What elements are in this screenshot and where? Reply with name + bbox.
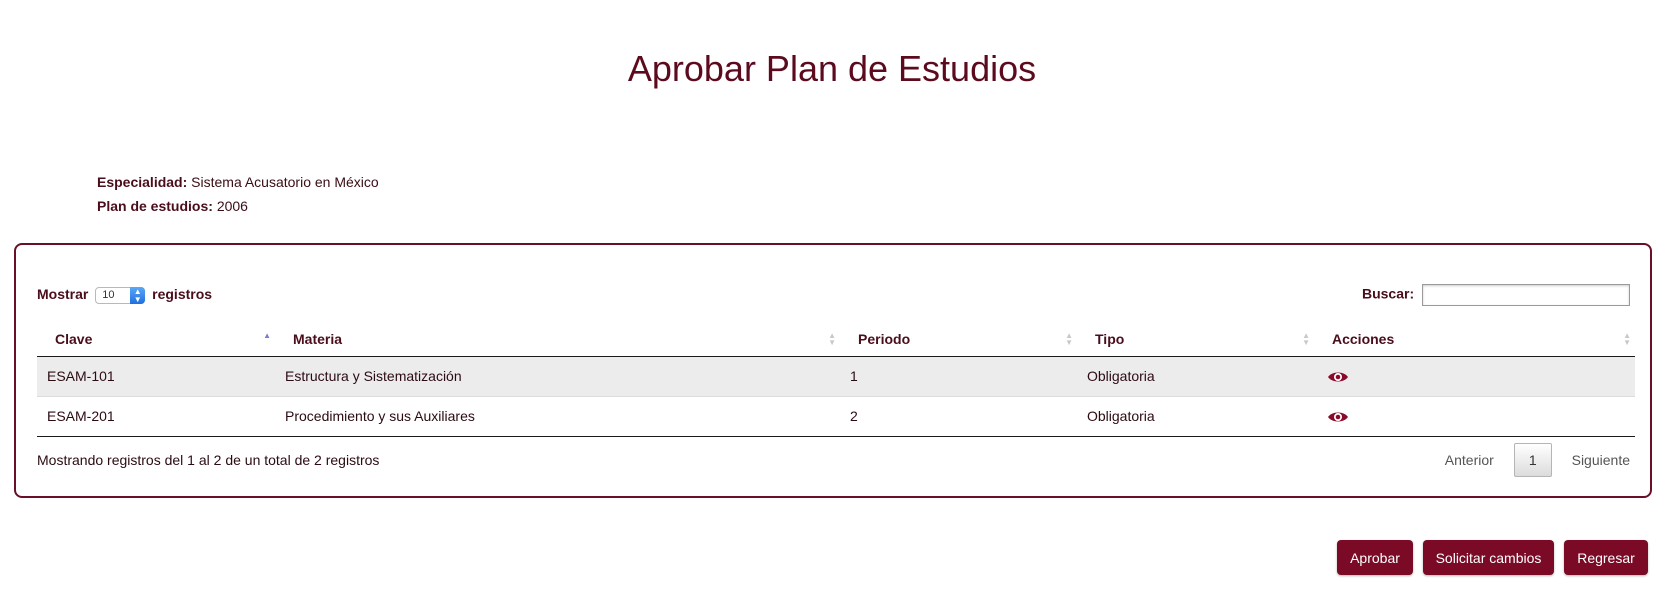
plan-label: Plan de estudios:	[97, 198, 213, 214]
cell-clave: ESAM-201	[37, 396, 275, 437]
column-header-materia[interactable]: Materia ▲ ▼	[275, 323, 840, 357]
previous-page-link[interactable]: Anterior	[1445, 452, 1494, 468]
column-label: Tipo	[1095, 331, 1125, 348]
table-info-text: Mostrando registros del 1 al 2 de un tot…	[37, 452, 380, 468]
plan-value: 2006	[216, 198, 248, 214]
select-arrows-icon: ▲ ▼	[130, 286, 146, 304]
cell-tipo: Obligatoria	[1077, 356, 1314, 397]
plan-table: Clave ▲ Materia ▲ ▼ Periodo ▲ ▼ Tipo ▲ ▼ Ac…	[37, 323, 1635, 437]
search-input[interactable]	[1422, 284, 1630, 306]
especialidad-label: Especialidad:	[97, 174, 188, 190]
buscar-label: Buscar:	[1361, 285, 1415, 302]
cell-acciones	[1314, 396, 1635, 437]
cell-materia: Estructura y Sistematización	[275, 356, 840, 397]
page-size-control: Mostrar 10 ▲ ▼ registros	[37, 286, 212, 304]
column-header-clave[interactable]: Clave ▲	[37, 323, 275, 357]
cell-clave: ESAM-101	[37, 356, 275, 397]
sort-both-icon: ▲ ▼	[828, 331, 836, 347]
cell-tipo: Obligatoria	[1077, 396, 1314, 437]
regresar-button[interactable]: Regresar	[1564, 540, 1648, 575]
sort-asc-icon: ▲	[263, 331, 271, 340]
column-header-acciones[interactable]: Acciones ▲ ▼	[1314, 323, 1635, 357]
page-1-button[interactable]: 1	[1513, 443, 1552, 477]
registros-label: registros	[152, 286, 213, 302]
column-label: Clave	[55, 331, 93, 348]
page-title: Aprobar Plan de Estudios	[627, 48, 1037, 89]
pagination: Anterior 1 Siguiente	[1445, 443, 1630, 477]
column-label: Materia	[293, 331, 343, 348]
table-panel: Mostrar 10 ▲ ▼ registros Buscar: Clave ▲ …	[14, 243, 1652, 498]
page-size-value: 10	[102, 288, 115, 301]
eye-icon[interactable]	[1327, 410, 1349, 424]
column-header-tipo[interactable]: Tipo ▲ ▼	[1077, 323, 1314, 357]
column-label: Periodo	[858, 331, 911, 348]
search-control: Buscar:	[1362, 284, 1630, 306]
aprobar-button[interactable]: Aprobar	[1337, 540, 1413, 575]
column-header-periodo[interactable]: Periodo ▲ ▼	[840, 323, 1077, 357]
especialidad-value: Sistema Acusatorio en México	[191, 174, 379, 190]
cell-acciones	[1314, 356, 1635, 397]
page-size-select[interactable]: 10 ▲ ▼	[95, 286, 146, 304]
eye-icon[interactable]	[1327, 370, 1349, 384]
table-header-row: Clave ▲ Materia ▲ ▼ Periodo ▲ ▼ Tipo ▲ ▼ Ac…	[37, 323, 1635, 357]
cell-periodo: 2	[840, 396, 1077, 437]
solicitar-cambios-button[interactable]: Solicitar cambios	[1423, 540, 1554, 575]
column-label: Acciones	[1332, 331, 1395, 348]
sort-both-icon: ▲ ▼	[1302, 331, 1310, 347]
plan-info: Plan de estudios: 2006	[97, 197, 248, 215]
sort-both-icon: ▲ ▼	[1623, 331, 1631, 347]
especialidad-info: Especialidad: Sistema Acusatorio en Méxi…	[97, 173, 379, 191]
mostrar-label: Mostrar	[37, 286, 89, 302]
table-row: ESAM-101 Estructura y Sistematización 1 …	[37, 356, 1635, 397]
sort-both-icon: ▲ ▼	[1065, 331, 1073, 347]
cell-periodo: 1	[840, 356, 1077, 397]
next-page-link[interactable]: Siguiente	[1572, 452, 1630, 468]
cell-materia: Procedimiento y sus Auxiliares	[275, 396, 840, 437]
table-row: ESAM-201 Procedimiento y sus Auxiliares …	[37, 396, 1635, 437]
